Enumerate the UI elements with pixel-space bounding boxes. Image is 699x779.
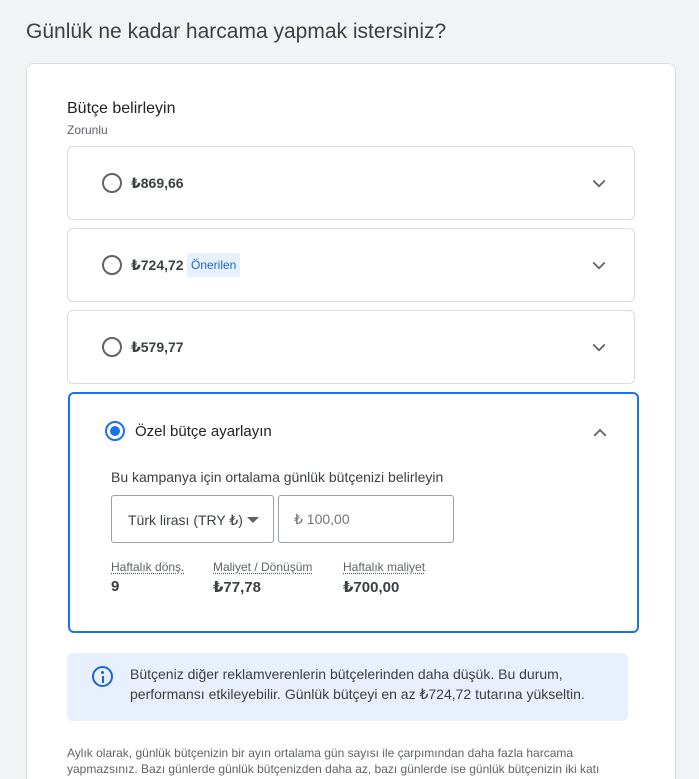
currency-value: Türk lirası (TRY ₺)	[128, 512, 243, 528]
budget-option-3[interactable]: ₺579,77	[67, 310, 635, 384]
dropdown-caret-icon	[247, 517, 259, 523]
radio-button[interactable]	[102, 337, 122, 357]
info-icon	[92, 666, 113, 687]
footnote-text: Aylık olarak, günlük bütçenizin bir ayın…	[67, 746, 600, 776]
recommended-badge: Önerilen	[187, 253, 241, 277]
custom-budget-description: Bu kampanya için ortalama günlük bütçeni…	[111, 469, 444, 485]
chevron-down-icon[interactable]	[590, 257, 608, 275]
budget-option-label: ₺579,77	[131, 339, 184, 355]
chevron-up-icon[interactable]	[591, 424, 609, 442]
chevron-down-icon[interactable]	[590, 339, 608, 357]
currency-select[interactable]: Türk lirası (TRY ₺)	[111, 495, 274, 543]
budget-option-label: ₺869,66	[131, 175, 184, 191]
stat-label: Haftalık maliyet	[343, 560, 426, 574]
budget-warning-box: Bütçeniz diğer reklamverenlerin bütçeler…	[67, 653, 628, 721]
budget-option-2[interactable]: ₺724,72 Önerilen	[67, 228, 635, 302]
stat-value: ₺77,78	[213, 579, 261, 596]
radio-button[interactable]	[102, 255, 122, 275]
daily-budget-input[interactable]	[278, 495, 454, 543]
budget-option-1[interactable]: ₺869,66	[67, 146, 635, 220]
warning-text: Bütçeniz diğer reklamverenlerin bütçeler…	[130, 666, 585, 702]
chevron-down-icon[interactable]	[590, 175, 608, 193]
radio-button-selected[interactable]	[105, 421, 125, 441]
budget-option-label: ₺724,72	[131, 257, 184, 273]
radio-button[interactable]	[102, 173, 122, 193]
budget-card: Bütçe belirleyin Zorunlu ₺869,66 ₺724,72…	[26, 63, 676, 779]
stat-weekly-cost: Haftalık maliyet ₺700,00	[343, 560, 425, 596]
section-title: Bütçe belirleyin	[67, 100, 176, 117]
custom-budget-label: Özel bütçe ayarlayın	[135, 423, 272, 440]
stat-label: Maliyet / Dönüşüm	[213, 560, 313, 574]
required-label: Zorunlu	[67, 123, 108, 137]
stat-weekly-conversions: Haftalık dönş. 9	[111, 560, 184, 595]
stat-label: Haftalık dönş.	[111, 560, 185, 574]
page-title: Günlük ne kadar harcama yapmak istersini…	[26, 20, 447, 43]
stat-cost-per-conversion: Maliyet / Dönüşüm ₺77,78	[213, 560, 312, 596]
custom-budget-option[interactable]: Özel bütçe ayarlayın Bu kampanya için or…	[68, 392, 639, 633]
stat-value: ₺700,00	[343, 579, 400, 596]
stat-value: 9	[111, 578, 120, 595]
